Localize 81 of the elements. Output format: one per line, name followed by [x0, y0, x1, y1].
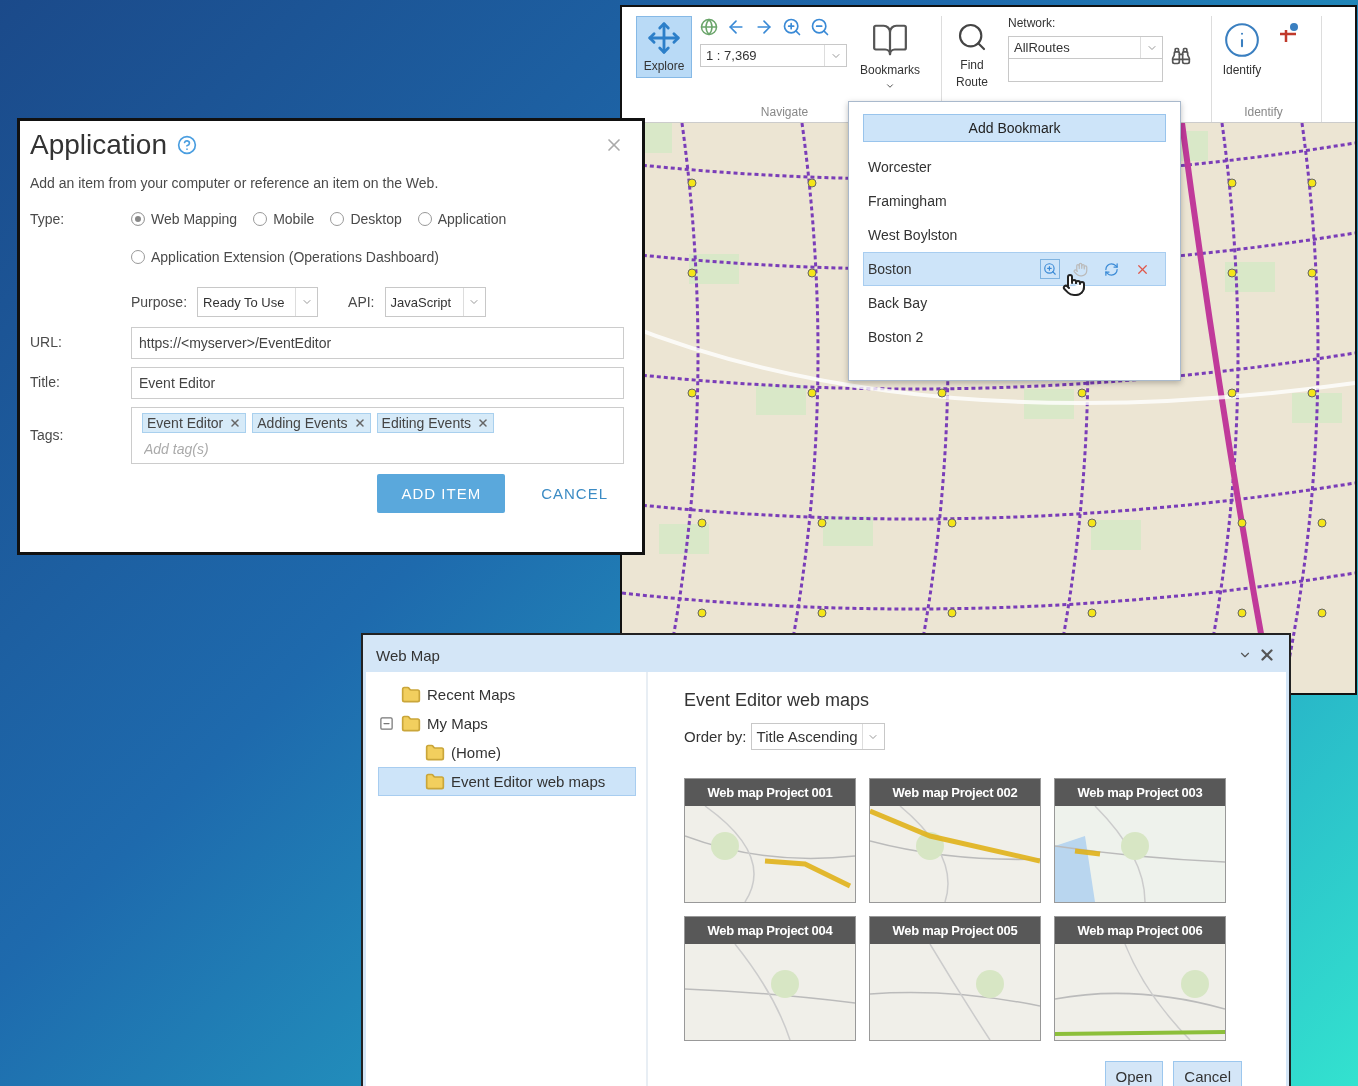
radio-label: Desktop [350, 211, 402, 227]
hand-cursor-icon [1062, 273, 1086, 297]
radio-label: Application Extension (Operations Dashboard) [151, 249, 439, 265]
input-field[interactable] [1008, 58, 1163, 82]
group-label: Identify [1243, 105, 1284, 121]
remove-icon[interactable] [353, 417, 366, 429]
bookmark-item[interactable]: Worcester [863, 150, 1166, 184]
dialog-header: Web Map [366, 638, 1286, 672]
url-label: URL: [30, 333, 63, 350]
radio-button[interactable] [330, 212, 345, 226]
cancel-button[interactable]: Cancel [1173, 1061, 1242, 1086]
pan-arrows-icon [647, 21, 681, 55]
refresh-icon[interactable] [1104, 261, 1119, 277]
search-icon [956, 21, 988, 53]
map-card[interactable]: Web map Project 002 [869, 778, 1041, 903]
folder-icon [401, 684, 421, 705]
map-card[interactable]: Web map Project 004 [684, 916, 856, 1041]
help-icon[interactable] [177, 135, 197, 155]
map-card[interactable]: Web map Project 006 [1054, 916, 1226, 1041]
dialog-description: Add an item from your computer or reference an item on the Web. [30, 175, 440, 191]
close-icon[interactable] [1258, 646, 1276, 664]
collapse-icon[interactable] [379, 716, 394, 731]
purpose-dropdown[interactable]: Ready To Use [197, 287, 319, 317]
scale-dropdown[interactable]: 1 : 7,369 [700, 44, 847, 67]
caret-icon [885, 81, 895, 91]
cancel-button[interactable]: CANCEL [525, 485, 624, 502]
radio-label: Application [437, 211, 507, 227]
radio-button[interactable] [131, 212, 145, 226]
bookmark-item[interactable]: Framingham [863, 184, 1166, 218]
dialog-title: Application [30, 129, 167, 161]
folder-icon [425, 771, 445, 792]
tag-chip: Editing Events [376, 413, 495, 433]
folder-icon [401, 713, 421, 734]
bookmark-item[interactable]: West Boylston [863, 218, 1166, 252]
section-heading: Event Editor web maps [684, 690, 871, 711]
pin-marker-icon[interactable] [1278, 22, 1300, 44]
open-button[interactable]: Open [1104, 1061, 1164, 1086]
title-label: Title: [30, 373, 61, 390]
api-dropdown[interactable]: JavaScript [384, 287, 486, 317]
bookmarks-button[interactable]: Bookmarks [855, 16, 926, 96]
url-field[interactable]: https://<myserver>/EventEditor [131, 327, 624, 359]
order-by-label: Order by: [684, 728, 747, 745]
radio-button[interactable] [253, 212, 268, 226]
zoom-out-icon[interactable] [810, 17, 830, 37]
find-route-button[interactable]: Find Route [944, 16, 1000, 96]
identify-button[interactable]: Identify [1214, 16, 1270, 82]
tree-item[interactable]: My Maps [378, 709, 636, 738]
radio-label: Mobile [273, 211, 315, 227]
radio-button[interactable] [131, 250, 145, 264]
bookmark-item[interactable]: Boston 2 [863, 320, 1166, 354]
explore-button[interactable]: Explore [636, 16, 692, 78]
tag-chip: Event Editor [142, 413, 247, 433]
map-card[interactable]: Web map Project 001 [684, 778, 856, 903]
tags-label: Tags: [30, 426, 65, 443]
map-card[interactable]: Web map Project 005 [869, 916, 1041, 1041]
purpose-label: Purpose: [131, 294, 188, 310]
add-bookmark-button[interactable]: Add Bookmark [863, 114, 1166, 142]
group-label: Navigate [759, 105, 810, 121]
order-dropdown[interactable]: Title Ascending [750, 723, 885, 750]
radio-label: Web Mapping [151, 211, 238, 227]
network-label: Network: [1008, 16, 1057, 30]
title-field[interactable]: Event Editor [131, 367, 624, 399]
type-label: Type: [30, 211, 66, 227]
radio-button[interactable] [417, 212, 432, 226]
globe-icon[interactable] [700, 18, 718, 36]
network-dropdown[interactable]: AllRoutes [1008, 36, 1163, 59]
bookmark-item[interactable]: Back Bay [863, 286, 1166, 320]
api-label: API: [348, 294, 375, 310]
zoom-in-icon[interactable] [1043, 262, 1057, 276]
tree-item[interactable]: (Home) [378, 738, 636, 767]
tag-chip: Adding Events [252, 413, 371, 433]
zoom-in-icon[interactable] [782, 17, 802, 37]
remove-icon[interactable] [229, 417, 242, 429]
binoculars-icon[interactable] [1171, 46, 1191, 66]
folder-icon [425, 742, 445, 763]
tags-field[interactable]: Event Editor Adding Events Editing Events Add tag(s) [131, 407, 624, 464]
map-card[interactable]: Web map Project 003 [1054, 778, 1226, 903]
tree-item[interactable]: Recent Maps [378, 680, 636, 709]
remove-icon[interactable] [477, 417, 490, 429]
info-icon [1223, 21, 1261, 59]
tree-item[interactable]: Event Editor web maps [378, 767, 636, 796]
